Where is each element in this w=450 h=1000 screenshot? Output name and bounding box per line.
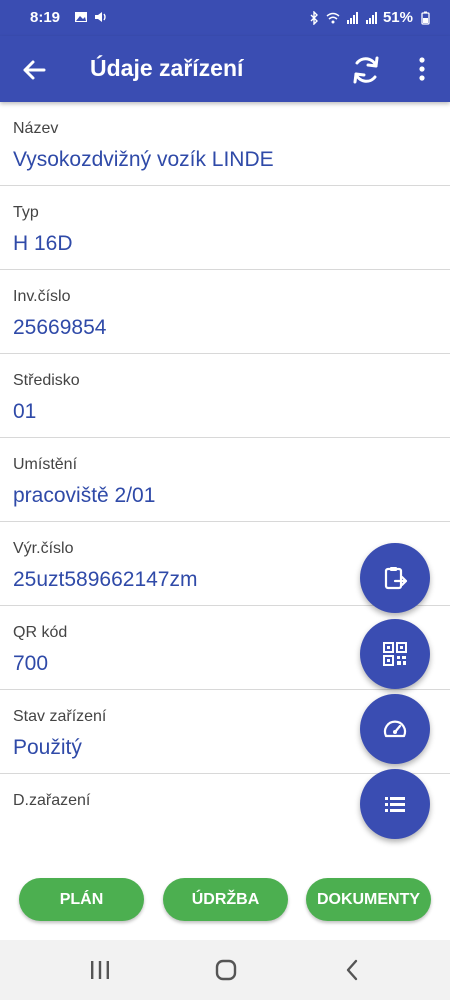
voice-icon <box>95 12 106 22</box>
list-button[interactable] <box>360 769 430 839</box>
field-value: 01 <box>13 400 37 423</box>
system-nav-bar <box>0 940 450 1000</box>
clipboard-transfer-icon <box>384 567 408 590</box>
qr-code-button[interactable] <box>360 619 430 689</box>
plan-button[interactable]: PLÁN <box>19 878 144 921</box>
documents-button[interactable]: DOKUMENTY <box>306 878 431 921</box>
field-value: 700 <box>13 652 49 675</box>
field-label: Název <box>13 120 59 137</box>
field-value: 25uzt589662147zm <box>13 568 198 591</box>
qr-code-icon <box>383 642 407 666</box>
field-value: H 16D <box>13 232 73 255</box>
field-label: Stav zařízení <box>13 708 107 725</box>
more-vert-icon[interactable] <box>410 54 434 84</box>
field-typ: Typ H 16D <box>0 186 450 270</box>
battery-icon <box>421 11 430 25</box>
page-title: Údaje zařízení <box>90 55 244 81</box>
field-label: Inv.číslo <box>13 288 71 305</box>
field-nazev: Název Vysokozdvižný vozík LINDE <box>0 102 450 186</box>
speedometer-button[interactable] <box>360 694 430 764</box>
home-icon[interactable] <box>214 958 238 982</box>
speedometer-icon <box>383 720 407 738</box>
wifi-icon <box>326 12 340 23</box>
field-label: QR kód <box>13 624 68 641</box>
back-arrow-icon[interactable] <box>20 56 48 84</box>
recent-apps-icon[interactable] <box>88 959 112 981</box>
refresh-icon[interactable] <box>349 53 383 87</box>
field-label: Výr.číslo <box>13 540 74 557</box>
signal-icon <box>365 11 377 24</box>
field-label: D.zařazení <box>13 792 91 809</box>
app-bar: Údaje zařízení <box>0 36 450 102</box>
status-time: 8:19 <box>30 9 61 26</box>
signal-icon <box>346 11 358 24</box>
field-inv-cislo: Inv.číslo 25669854 <box>0 270 450 354</box>
battery-percent: 51% <box>382 9 413 26</box>
field-label: Umístění <box>13 456 78 473</box>
field-umisteni: Umístění pracoviště 2/01 <box>0 438 450 522</box>
field-value: 25669854 <box>13 316 107 339</box>
field-stredisko: Středisko 01 <box>0 354 450 438</box>
clipboard-transfer-button[interactable] <box>360 543 430 613</box>
image-icon <box>75 12 87 22</box>
back-icon[interactable] <box>342 958 362 982</box>
field-label: Středisko <box>13 372 80 389</box>
field-value: pracoviště 2/01 <box>13 484 156 507</box>
field-label: Typ <box>13 204 39 221</box>
status-bar: 8:19 51% <box>0 0 450 36</box>
list-icon <box>385 797 405 812</box>
field-value: Vysokozdvižný vozík LINDE <box>13 148 274 171</box>
maintenance-button[interactable]: ÚDRŽBA <box>163 878 288 921</box>
field-value: Použitý <box>13 736 82 759</box>
bluetooth-icon <box>310 10 318 25</box>
